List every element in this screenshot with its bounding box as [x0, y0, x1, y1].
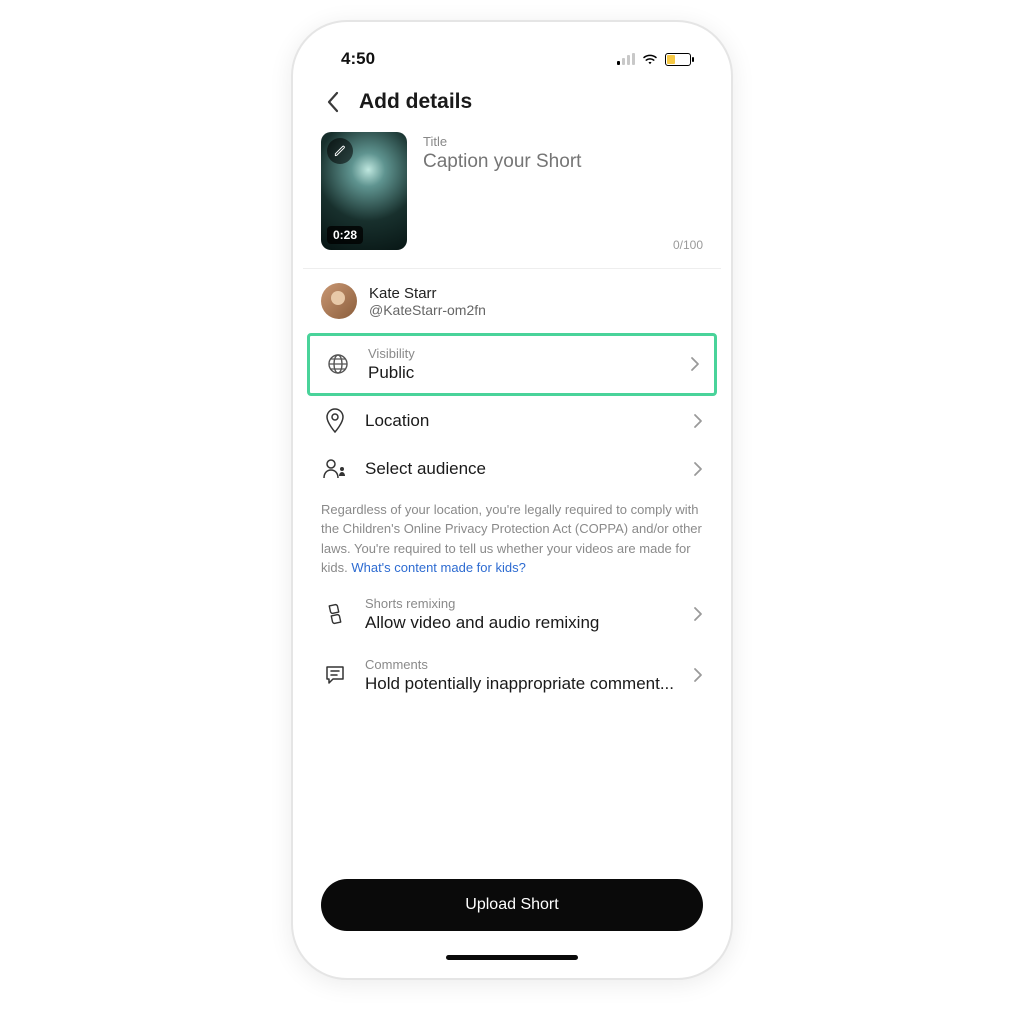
remix-row[interactable]: Shorts remixing Allow video and audio re…	[303, 584, 721, 645]
location-row[interactable]: Location	[303, 396, 721, 446]
wifi-icon	[641, 52, 659, 66]
status-time: 4:50	[341, 49, 375, 69]
remix-value: Allow video and audio remixing	[365, 613, 677, 633]
chevron-right-icon	[693, 606, 703, 622]
char-count: 0/100	[673, 238, 703, 252]
remix-label: Shorts remixing	[365, 596, 677, 613]
pencil-icon	[333, 144, 347, 158]
visibility-label: Visibility	[368, 346, 674, 363]
home-indicator	[446, 955, 578, 960]
phone-side-button-right	[732, 282, 733, 360]
chevron-right-icon	[693, 461, 703, 477]
legal-text: Regardless of your location, you're lega…	[303, 492, 721, 584]
legal-link[interactable]: What's content made for kids?	[351, 560, 525, 575]
status-bar: 4:50	[303, 32, 721, 86]
comments-icon	[321, 664, 349, 686]
comments-row[interactable]: Comments Hold potentially inappropriate …	[303, 645, 721, 706]
battery-icon	[665, 53, 691, 66]
duration-badge: 0:28	[327, 226, 363, 244]
location-pin-icon	[321, 408, 349, 434]
visibility-value: Public	[368, 363, 674, 383]
comments-label: Comments	[365, 657, 677, 674]
page-header: Add details	[303, 86, 721, 132]
upload-short-button[interactable]: Upload Short	[321, 879, 703, 931]
back-button[interactable]	[321, 90, 345, 114]
audience-value: Select audience	[365, 459, 677, 479]
phone-mockup: 4:50 Add details	[291, 20, 733, 980]
caption-input[interactable]	[423, 151, 703, 173]
comments-value: Hold potentially inappropriate comment..…	[365, 674, 677, 694]
visibility-highlight: Visibility Public	[307, 333, 717, 396]
edit-thumbnail-button[interactable]	[327, 138, 353, 164]
title-label: Title	[423, 134, 703, 149]
globe-icon	[324, 352, 352, 376]
phone-side-buttons-left	[291, 232, 292, 420]
chevron-left-icon	[326, 91, 340, 113]
cellular-icon	[617, 53, 635, 65]
audience-icon	[321, 458, 349, 480]
user-row: Kate Starr @KateStarr-om2fn	[303, 269, 721, 333]
visibility-row[interactable]: Visibility Public	[310, 336, 714, 393]
chevron-right-icon	[690, 356, 700, 372]
avatar	[321, 283, 357, 319]
caption-section: 0:28 Title 0/100	[303, 132, 721, 262]
user-handle: @KateStarr-om2fn	[369, 302, 486, 318]
screen: 4:50 Add details	[303, 32, 721, 968]
location-value: Location	[365, 411, 677, 431]
video-thumbnail[interactable]: 0:28	[321, 132, 407, 250]
chevron-right-icon	[693, 413, 703, 429]
footer: Upload Short	[303, 869, 721, 955]
audience-row[interactable]: Select audience	[303, 446, 721, 492]
page-title: Add details	[359, 90, 472, 114]
remix-icon	[321, 602, 349, 626]
user-name: Kate Starr	[369, 285, 486, 302]
chevron-right-icon	[693, 667, 703, 683]
status-right	[617, 52, 691, 66]
